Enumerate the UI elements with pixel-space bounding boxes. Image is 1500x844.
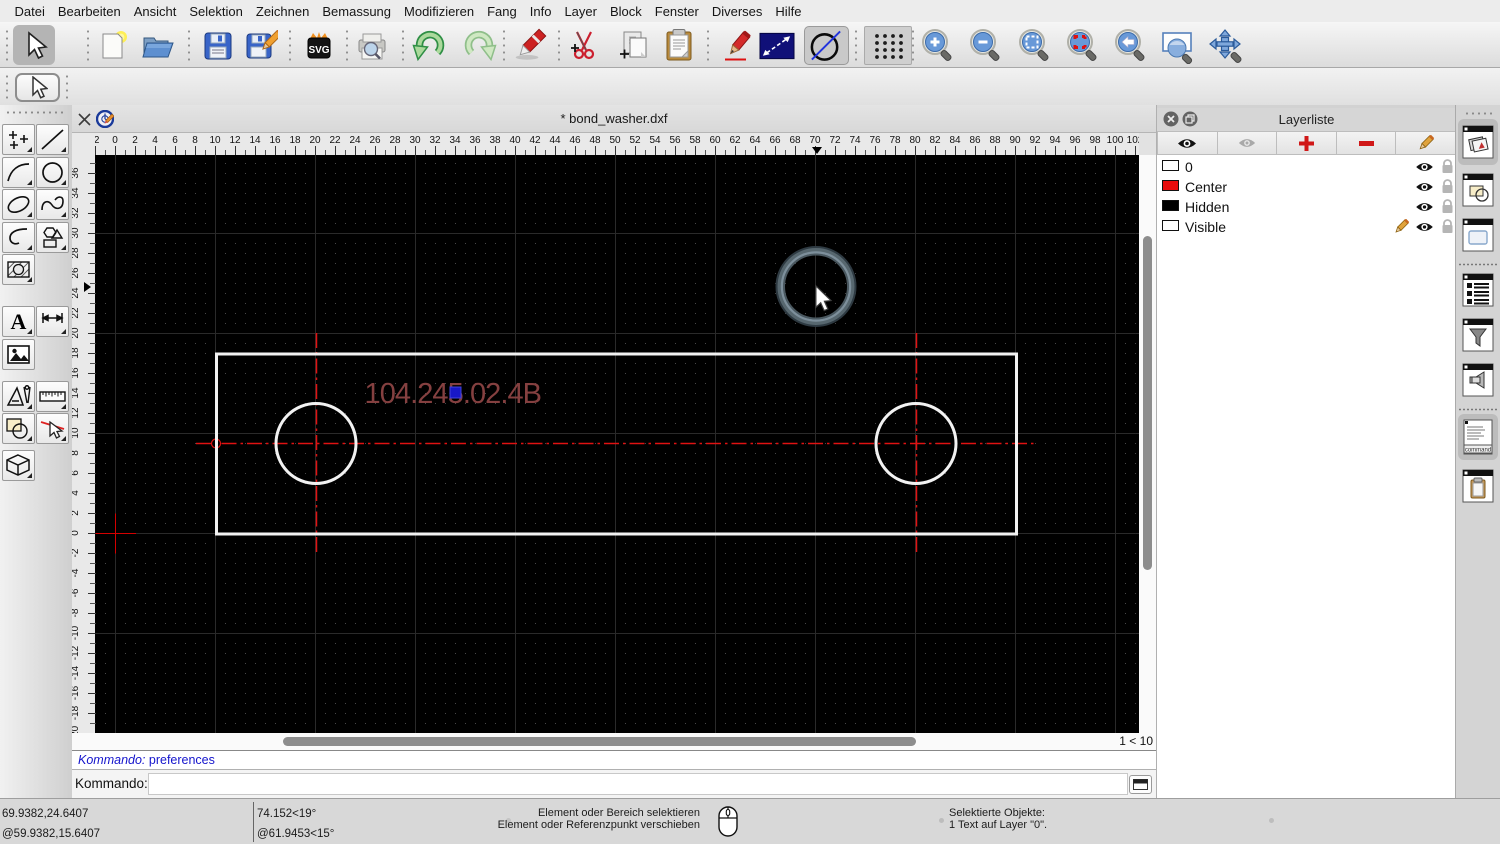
svg-text:command: command xyxy=(1465,448,1491,454)
svg-text:SVG: SVG xyxy=(308,45,329,56)
svg-text:A: A xyxy=(11,309,27,334)
